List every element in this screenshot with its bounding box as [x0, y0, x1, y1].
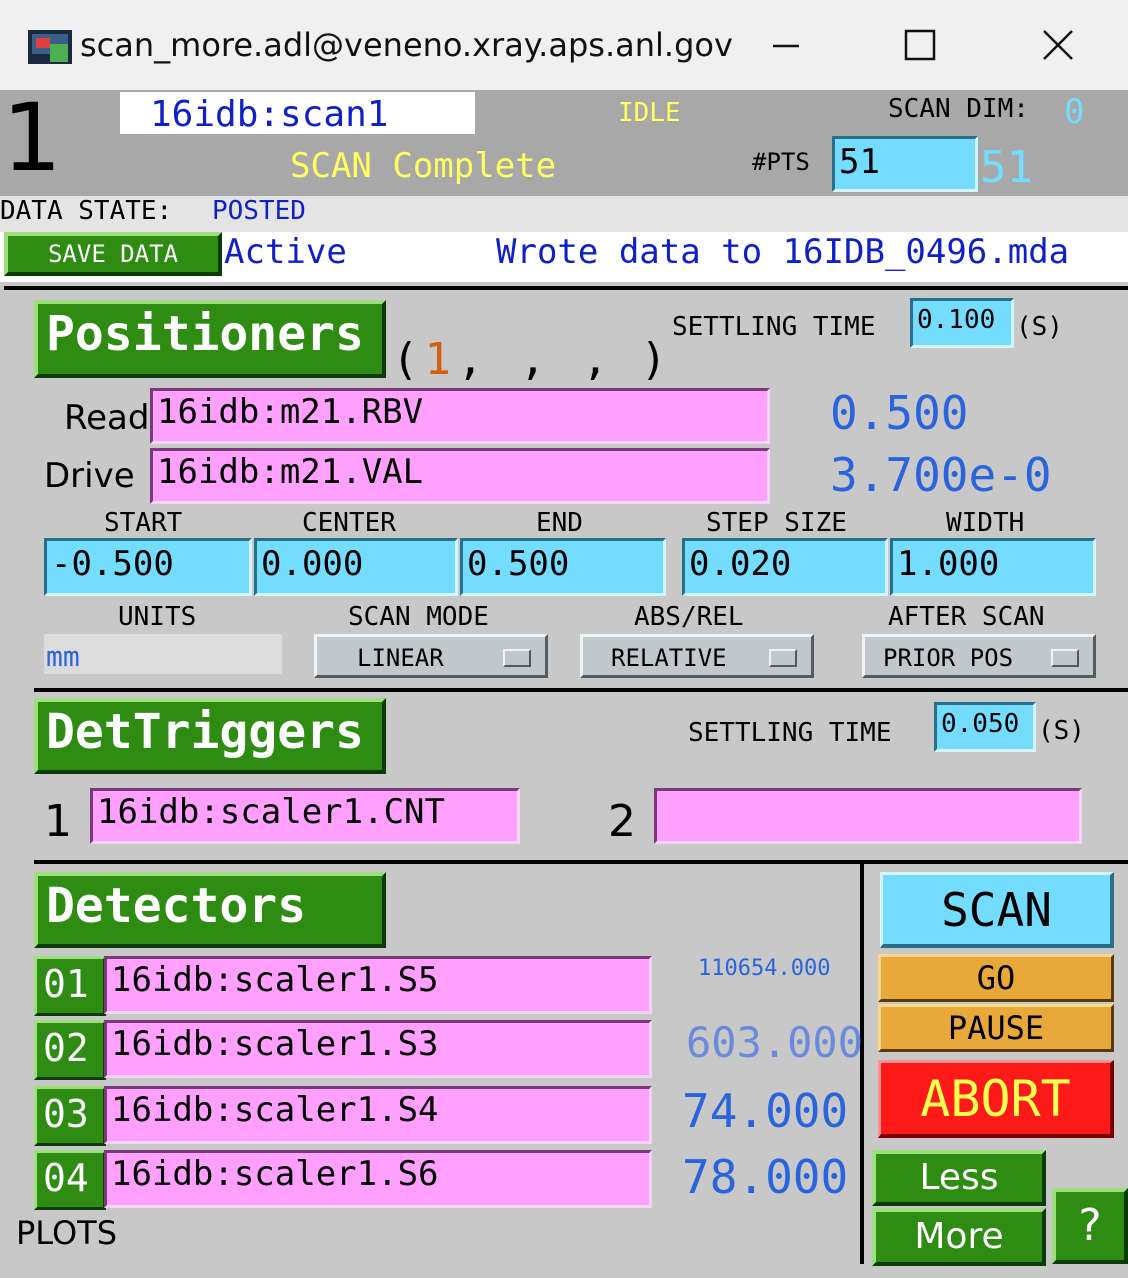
maximize-icon — [904, 29, 936, 61]
pause-button[interactable]: PAUSE — [878, 1004, 1114, 1052]
drive-pv-input[interactable]: 16idb:m21.VAL — [150, 448, 770, 504]
detector-number[interactable]: 02 — [34, 1020, 106, 1080]
positioners-header: Positioners — [34, 300, 386, 378]
app-icon — [28, 30, 72, 64]
step-size-input[interactable]: 0.020 — [682, 538, 888, 596]
positioner-index-4[interactable]: , — [582, 334, 609, 385]
data-state-label: DATA STATE: — [0, 196, 173, 226]
trigger-settling-input[interactable]: 0.050 — [934, 702, 1036, 752]
settling-time-unit: (S) — [1016, 312, 1063, 342]
menu-indicator-icon — [503, 649, 531, 667]
close-icon — [1043, 30, 1073, 60]
paren-open: ( — [392, 334, 419, 385]
divider — [34, 860, 1128, 864]
abs-rel-menu[interactable]: RELATIVE — [580, 634, 814, 678]
drive-label: Drive — [44, 456, 135, 496]
divider — [4, 286, 1128, 290]
title-bar: scan_more.adl@veneno.xray.aps.anl.gov — [0, 0, 1128, 90]
menu-indicator-icon — [769, 649, 797, 667]
file-message: Wrote data to 16IDB_0496.mda — [496, 232, 1070, 272]
close-button[interactable] — [1028, 18, 1088, 72]
start-input[interactable]: -0.500 — [44, 538, 252, 596]
abs-rel-label: ABS/REL — [634, 602, 744, 632]
maximize-button[interactable] — [890, 18, 950, 72]
go-button[interactable]: GO — [878, 954, 1114, 1002]
settling-time-input[interactable]: 0.100 — [910, 298, 1014, 348]
read-pv-input[interactable]: 16idb:m21.RBV — [150, 388, 770, 444]
trigger-1-label: 1 — [44, 796, 72, 847]
menu-indicator-icon — [1051, 649, 1079, 667]
settling-time-label: SETTLING TIME — [672, 312, 876, 342]
scan-message: SCAN Complete — [290, 146, 557, 186]
positioner-indices: ( 1 , , , ) — [392, 334, 667, 385]
detector-pv-input[interactable]: 16idb:scaler1.S3 — [104, 1020, 652, 1078]
read-value: 0.500 — [830, 386, 969, 440]
detector-value: 603.000 — [686, 1018, 864, 1067]
minimize-button[interactable] — [756, 18, 816, 72]
center-label: CENTER — [302, 508, 396, 538]
end-label: END — [536, 508, 583, 538]
help-button[interactable]: ? — [1052, 1188, 1128, 1264]
scan-mode-label: SCAN MODE — [348, 602, 489, 632]
units-value: mm — [44, 634, 282, 674]
scan-button[interactable]: SCAN — [880, 872, 1114, 948]
abs-rel-value: RELATIVE — [611, 644, 727, 672]
less-button[interactable]: Less — [872, 1150, 1046, 1206]
npts-input[interactable]: 51 — [832, 136, 978, 192]
scan-state: IDLE — [618, 98, 681, 128]
plots-label[interactable]: PLOTS — [16, 1214, 117, 1252]
read-label: Read — [64, 398, 150, 438]
detector-pv-input[interactable]: 16idb:scaler1.S4 — [104, 1086, 652, 1144]
start-label: START — [104, 508, 183, 538]
center-input[interactable]: 0.000 — [254, 538, 458, 596]
abort-button[interactable]: ABORT — [878, 1060, 1114, 1138]
minimize-icon — [773, 44, 799, 48]
detector-value: 110654.000 — [698, 956, 831, 981]
trigger-settling-label: SETTLING TIME — [688, 718, 892, 748]
after-scan-value: PRIOR POS — [883, 644, 1014, 672]
window-title: scan_more.adl@veneno.xray.aps.anl.gov — [80, 26, 733, 64]
trigger-settling-unit: (S) — [1038, 716, 1085, 746]
positioner-index-2[interactable]: , — [457, 334, 484, 385]
detectors-header: Detectors — [34, 872, 386, 948]
detector-value: 74.000 — [682, 1084, 849, 1138]
detector-number[interactable]: 04 — [34, 1150, 106, 1210]
positioner-index-3[interactable]: , — [520, 334, 547, 385]
trigger-2-pv-input[interactable] — [654, 788, 1082, 844]
detector-number[interactable]: 03 — [34, 1086, 106, 1146]
detector-value: 78.000 — [682, 1150, 849, 1204]
units-label: UNITS — [118, 602, 197, 632]
dettriggers-header: DetTriggers — [34, 698, 386, 774]
scan-mode-value: LINEAR — [357, 644, 444, 672]
npts-readback: 51 — [980, 142, 1033, 193]
detector-pv-input[interactable]: 16idb:scaler1.S6 — [104, 1150, 652, 1208]
save-status: Active — [224, 232, 347, 272]
scan-dim-value: 0 — [1064, 92, 1085, 132]
after-scan-menu[interactable]: PRIOR POS — [862, 634, 1096, 678]
width-label: WIDTH — [946, 508, 1025, 538]
scan-mode-menu[interactable]: LINEAR — [314, 634, 548, 678]
medm-window: scan_more.adl@veneno.xray.aps.anl.gov 1 … — [0, 0, 1128, 1278]
paren-close: ) — [640, 334, 668, 385]
scan-pv-name: 16idb:scan1 — [120, 92, 475, 135]
scan-number: 1 — [2, 84, 62, 193]
divider — [34, 688, 1128, 692]
more-button[interactable]: More — [872, 1208, 1046, 1266]
trigger-1-pv-input[interactable]: 16idb:scaler1.CNT — [90, 788, 520, 844]
save-data-button[interactable]: SAVE DATA — [4, 232, 222, 276]
detector-pv-input[interactable]: 16idb:scaler1.S5 — [104, 956, 652, 1014]
data-state-value: POSTED — [212, 196, 306, 226]
after-scan-label: AFTER SCAN — [888, 602, 1045, 632]
trigger-2-label: 2 — [608, 796, 636, 847]
width-input[interactable]: 1.000 — [890, 538, 1096, 596]
positioner-index-1[interactable]: 1 — [425, 334, 452, 385]
scan-dim-label: SCAN DIM: — [888, 94, 1029, 124]
detector-number[interactable]: 01 — [34, 956, 106, 1016]
end-input[interactable]: 0.500 — [460, 538, 666, 596]
drive-value: 3.700e-0 — [830, 448, 1052, 502]
step-size-label: STEP SIZE — [706, 508, 847, 538]
npts-label: #PTS — [752, 148, 810, 176]
